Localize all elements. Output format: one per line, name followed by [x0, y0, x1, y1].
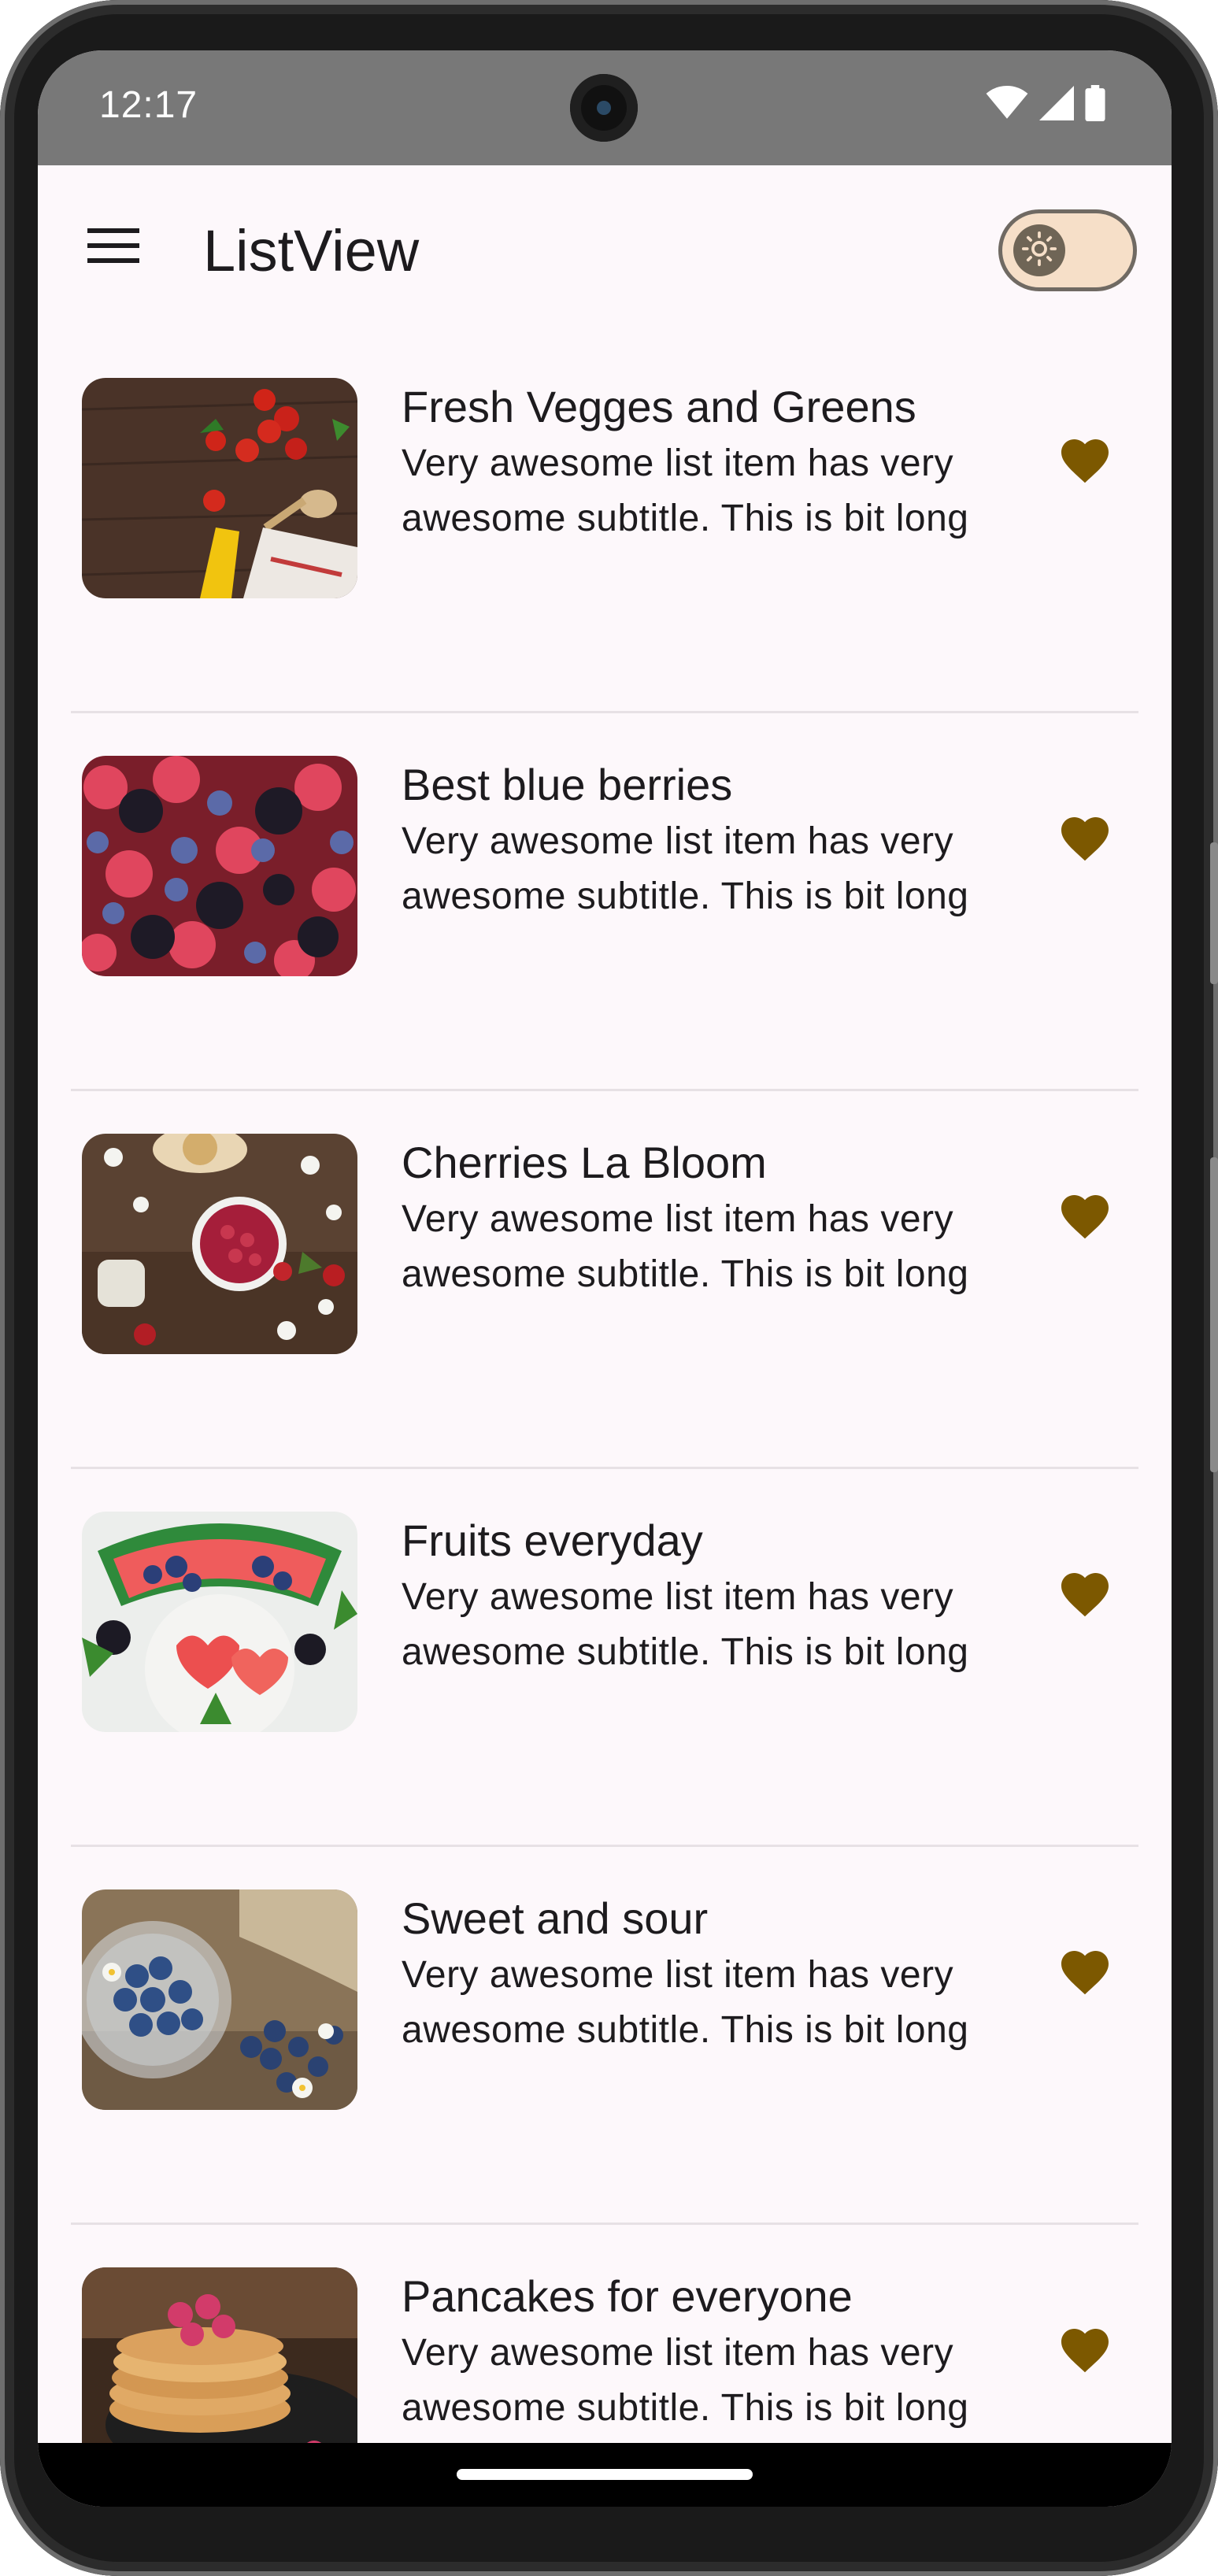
list-item[interactable]: Sweet and sour Very awesome list item ha… [38, 1847, 1172, 2225]
list-item[interactable]: Fresh Vegges and Greens Very awesome lis… [38, 335, 1172, 713]
item-subtitle: Very awesome list item has very awesome … [402, 1198, 969, 1295]
item-title: Fresh Vegges and Greens [402, 382, 916, 431]
cell-signal-icon [1039, 86, 1074, 124]
favorite-button[interactable] [1046, 1932, 1124, 2011]
heart-icon [1057, 1944, 1113, 2000]
status-time: 12:17 [99, 84, 198, 126]
heart-icon [1057, 810, 1113, 866]
heart-icon [1057, 1188, 1113, 1244]
home-indicator[interactable] [457, 2469, 753, 2480]
volume-button [1210, 842, 1218, 984]
status-bar: 12:17 [38, 50, 1172, 165]
battery-icon [1085, 85, 1105, 125]
heart-icon [1057, 2322, 1113, 2378]
status-icons [986, 85, 1105, 125]
favorite-button[interactable] [1046, 1176, 1124, 1255]
sun-icon [1021, 231, 1057, 271]
item-title: Best blue berries [402, 760, 733, 809]
favorite-button[interactable] [1046, 798, 1124, 877]
item-title: Cherries La Bloom [402, 1138, 767, 1187]
item-thumbnail-fruits [82, 1512, 357, 1732]
wifi-icon [986, 86, 1028, 124]
theme-toggle-switch[interactable] [998, 209, 1137, 291]
list-item[interactable]: Best blue berries Very awesome list item… [38, 713, 1172, 1091]
screen: 12:17 ListView Fresh Vegges and Greens V… [38, 50, 1172, 2507]
list-item[interactable]: Fruits everyday Very awesome list item h… [38, 1469, 1172, 1847]
switch-thumb [1013, 224, 1065, 276]
top-app-bar: ListView [38, 165, 1172, 335]
item-thumbnail-cherries [82, 1134, 357, 1354]
item-subtitle: Very awesome list item has very awesome … [402, 1954, 969, 2051]
item-thumbnail-berries [82, 756, 357, 976]
heart-icon [1057, 432, 1113, 488]
item-thumbnail-blueberries [82, 1889, 357, 2110]
page-title: ListView [203, 218, 420, 283]
favorite-button[interactable] [1046, 420, 1124, 499]
item-subtitle: Very awesome list item has very awesome … [402, 442, 969, 539]
navigation-bar [38, 2443, 1172, 2507]
item-title: Pancakes for everyone [402, 2271, 853, 2321]
favorite-button[interactable] [1046, 2310, 1124, 2389]
hamburger-menu-icon [87, 227, 139, 268]
item-subtitle: Very awesome list item has very awesome … [402, 1576, 969, 1673]
power-button [1210, 1157, 1218, 1472]
food-list: Fresh Vegges and Greens Very awesome lis… [38, 335, 1172, 2507]
list-item[interactable]: Cherries La Bloom Very awesome list item… [38, 1091, 1172, 1469]
heart-icon [1057, 1566, 1113, 1622]
favorite-button[interactable] [1046, 1554, 1124, 1633]
item-title: Fruits everyday [402, 1516, 703, 1565]
menu-button[interactable] [76, 209, 151, 285]
item-subtitle: Very awesome list item has very awesome … [402, 820, 969, 917]
item-title: Sweet and sour [402, 1893, 709, 1943]
front-camera [570, 74, 638, 142]
item-thumbnail-vegetables [82, 378, 357, 598]
item-subtitle: Very awesome list item has very awesome … [402, 2332, 969, 2429]
